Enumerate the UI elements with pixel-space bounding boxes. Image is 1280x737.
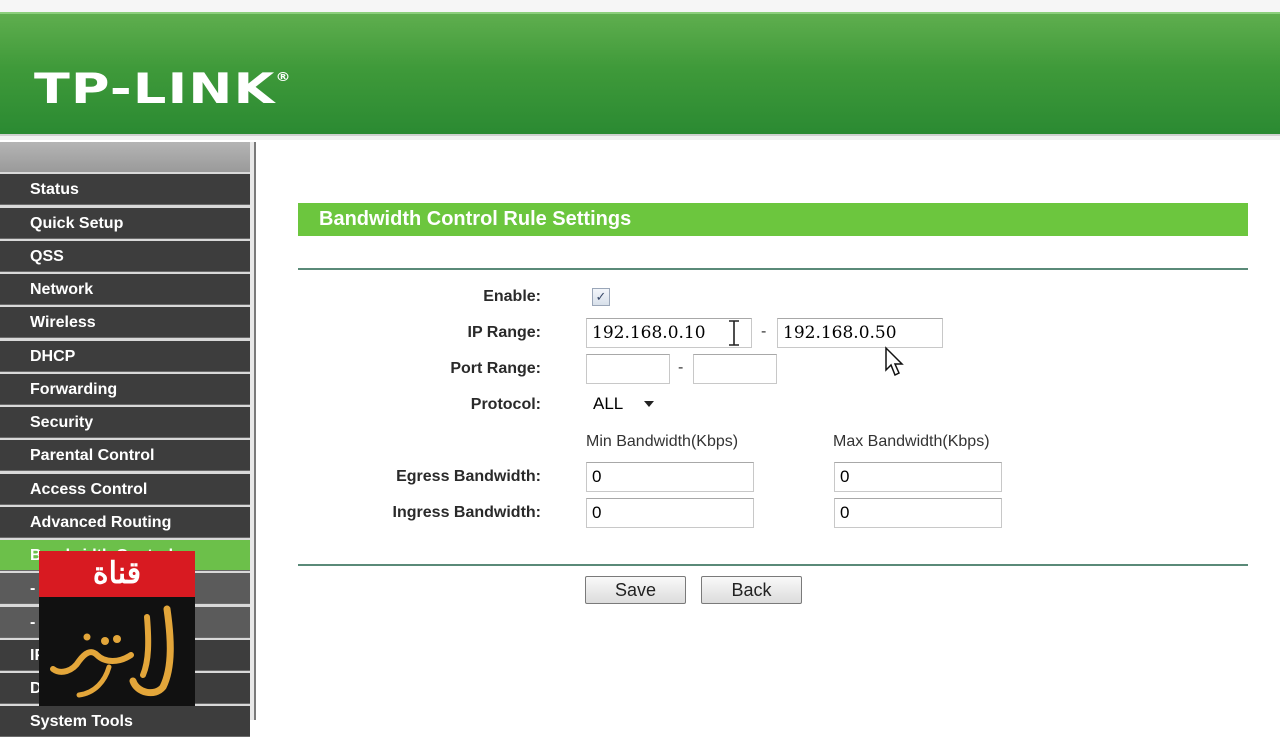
port-end-input[interactable] [693,354,777,384]
checkbox-check-icon: ✓ [595,289,607,304]
max-bandwidth-header: Max Bandwidth(Kbps) [833,433,990,450]
save-button[interactable]: Save [585,576,686,604]
sidebar-item-network[interactable]: Network [0,274,250,305]
mouse-pointer-icon [885,346,904,377]
bottom-separator [298,564,1248,566]
protocol-label: Protocol: [470,396,541,413]
text-cursor-icon [729,320,739,346]
port-start-input[interactable] [586,354,670,384]
egress-max-input[interactable]: 0 [834,462,1002,492]
sidebar-item-quick-setup[interactable]: Quick Setup [0,207,250,239]
sidebar-item-security[interactable]: Security [0,407,250,438]
watermark-title: قناة [39,551,195,597]
ip-range-separator: - [761,323,767,340]
ingress-min-input[interactable]: 0 [586,498,754,528]
protocol-value: ALL [593,394,624,413]
main-content: Bandwidth Control Rule Settings Enable: … [258,142,1280,720]
tp-link-logo: TP-LINK® [34,64,291,113]
sidebar-item-dhcp[interactable]: DHCP [0,340,250,372]
calligraphy-logo-icon [50,605,174,698]
header-rule [0,134,1280,140]
enable-label: Enable: [483,288,541,305]
sidebar-item-status[interactable]: Status [0,174,250,206]
protocol-select[interactable]: ALL [586,390,662,418]
enable-checkbox[interactable]: ✓ [592,288,610,306]
top-separator [298,268,1248,270]
watermark-calligraphy [39,597,195,706]
sidebar-item-forwarding[interactable]: Forwarding [0,373,250,405]
top-strip [0,0,1280,12]
header-banner: TP-LINK® [0,12,1280,134]
sidebar-item-advanced-routing[interactable]: Advanced Routing [0,506,250,538]
sidebar-item-system-tools[interactable]: System Tools [0,706,250,737]
egress-bandwidth-label: Egress Bandwidth: [396,468,541,485]
ip-end-input[interactable]: 192.168.0.50 [777,318,943,348]
section-title: Bandwidth Control Rule Settings [298,203,1248,236]
ingress-max-input[interactable]: 0 [834,498,1002,528]
sidebar-item-wireless[interactable]: Wireless [0,307,250,339]
sidebar-item-access-control[interactable]: Access Control [0,473,250,505]
ingress-bandwidth-label: Ingress Bandwidth: [392,504,541,521]
port-range-separator: - [678,359,684,376]
min-bandwidth-header: Min Bandwidth(Kbps) [586,433,739,450]
ip-range-label: IP Range: [467,324,542,341]
port-range-label: Port Range: [450,360,541,377]
sidebar-divider [250,142,256,720]
back-button[interactable]: Back [701,576,802,604]
channel-watermark: قناة [39,551,195,706]
egress-min-input[interactable]: 0 [586,462,754,492]
sidebar-item-parental-control[interactable]: Parental Control [0,440,250,472]
sidebar-item-qss[interactable]: QSS [0,240,250,272]
dropdown-caret-icon [644,401,654,407]
sidebar-cap [0,142,250,172]
